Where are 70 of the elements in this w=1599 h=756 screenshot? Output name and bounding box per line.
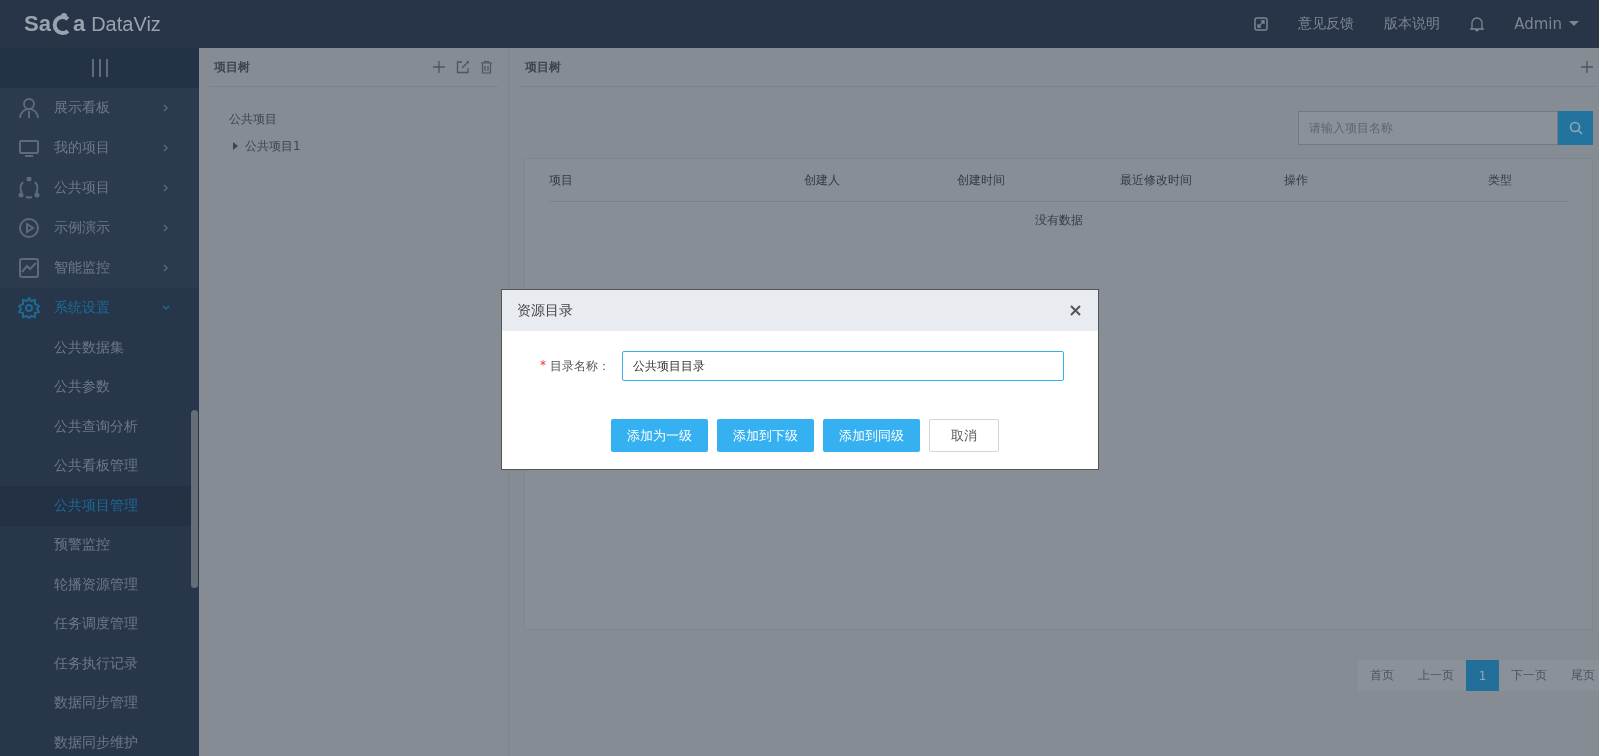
sidebar-subitem[interactable]: 公共数据集 bbox=[0, 328, 199, 368]
empty-message: 没有数据 bbox=[1033, 212, 1084, 229]
field-label: 目录名称： bbox=[550, 357, 610, 375]
panel-title: 项目树 bbox=[214, 58, 250, 76]
dialog-button[interactable]: 取消 bbox=[929, 419, 999, 452]
product-name: DataViz bbox=[91, 12, 161, 36]
add-icon[interactable] bbox=[432, 60, 446, 74]
monitor-icon bbox=[18, 137, 40, 159]
user-icon bbox=[18, 97, 40, 119]
line-chart-icon bbox=[18, 257, 40, 279]
column-header: 类型 bbox=[1488, 171, 1513, 189]
sidebar-subitem[interactable]: 公共看板管理 bbox=[0, 446, 199, 486]
gear-icon bbox=[18, 297, 40, 319]
chevron-icon bbox=[162, 224, 170, 232]
play-icon bbox=[18, 217, 40, 239]
search-icon bbox=[1568, 121, 1583, 135]
add-icon[interactable] bbox=[1580, 60, 1594, 74]
chevron-icon bbox=[162, 184, 170, 192]
sidebar-subitem[interactable]: 数据同步维护 bbox=[0, 723, 199, 756]
logo-text: Sa bbox=[24, 11, 51, 37]
required-mark: * bbox=[540, 357, 546, 374]
chevron-icon bbox=[162, 264, 170, 272]
logo-c-icon bbox=[51, 11, 72, 37]
nav-link[interactable]: 版本说明 bbox=[1384, 15, 1441, 33]
dialog-title: 资源目录 bbox=[517, 301, 573, 320]
chevron-icon bbox=[162, 104, 170, 112]
column-header: 创建人 bbox=[804, 171, 841, 189]
caret-icon bbox=[1569, 21, 1579, 27]
sidebar-subitem[interactable]: 轮播资源管理 bbox=[0, 565, 199, 605]
tree-root-label[interactable]: 公共项目 bbox=[229, 108, 498, 130]
dialog-button[interactable]: 添加为一级 bbox=[611, 419, 708, 452]
sidebar-subitem[interactable]: 预警监控 bbox=[0, 525, 199, 565]
sidebar-item[interactable]: 示例演示 bbox=[0, 208, 199, 248]
search-button[interactable] bbox=[1558, 111, 1593, 145]
column-header: 创建时间 bbox=[957, 171, 1006, 189]
column-header: 操作 bbox=[1284, 171, 1309, 189]
panel-title: 项目树 bbox=[525, 58, 561, 76]
sidebar-item[interactable]: 公共项目 bbox=[0, 168, 199, 208]
trash-icon[interactable] bbox=[480, 60, 493, 74]
chevron-icon bbox=[162, 304, 170, 312]
input-field[interactable]: 公共项目目录 bbox=[622, 351, 1064, 381]
dialog-button[interactable]: 添加到同级 bbox=[823, 419, 920, 452]
scrollbar-thumb[interactable] bbox=[191, 410, 198, 588]
sidebar-item[interactable]: 智能监控 bbox=[0, 248, 199, 288]
dotted-circle-icon bbox=[18, 177, 40, 199]
pagination-button[interactable]: 首页 bbox=[1358, 660, 1406, 691]
dialog-button[interactable]: 添加到下级 bbox=[717, 419, 814, 452]
logo-text: a bbox=[72, 11, 86, 37]
chevron-icon bbox=[162, 144, 170, 152]
sidebar-subitem[interactable]: 公共查询分析 bbox=[0, 407, 199, 447]
nav-link[interactable]: 意见反馈 bbox=[1298, 15, 1355, 33]
column-header: 项目 bbox=[549, 171, 574, 189]
pagination-button[interactable]: 尾页 bbox=[1559, 660, 1599, 691]
pagination-button[interactable]: 1 bbox=[1466, 660, 1499, 691]
fullscreen-icon[interactable] bbox=[1254, 17, 1269, 31]
sidebar-subitem[interactable]: 任务调度管理 bbox=[0, 604, 199, 644]
tree-node[interactable]: 公共项目1 bbox=[221, 134, 488, 158]
user-menu[interactable]: Admin bbox=[1514, 15, 1579, 33]
menu-toggle-icon[interactable] bbox=[90, 58, 109, 78]
sidebar-subitem[interactable]: 任务执行记录 bbox=[0, 644, 199, 684]
edit-icon[interactable] bbox=[456, 60, 470, 74]
bell-icon[interactable] bbox=[1470, 16, 1485, 32]
column-header: 最近修改时间 bbox=[1120, 171, 1193, 189]
expand-caret-icon bbox=[233, 142, 239, 150]
sidebar-subitem[interactable]: 公共项目管理 bbox=[0, 486, 199, 526]
sidebar-subitem[interactable]: 公共参数 bbox=[0, 367, 199, 407]
sidebar-subitem[interactable]: 数据同步管理 bbox=[0, 683, 199, 723]
sidebar-item[interactable]: 我的项目 bbox=[0, 128, 199, 168]
sidebar-item[interactable]: 展示看板 bbox=[0, 88, 199, 128]
close-icon[interactable] bbox=[1070, 305, 1081, 316]
